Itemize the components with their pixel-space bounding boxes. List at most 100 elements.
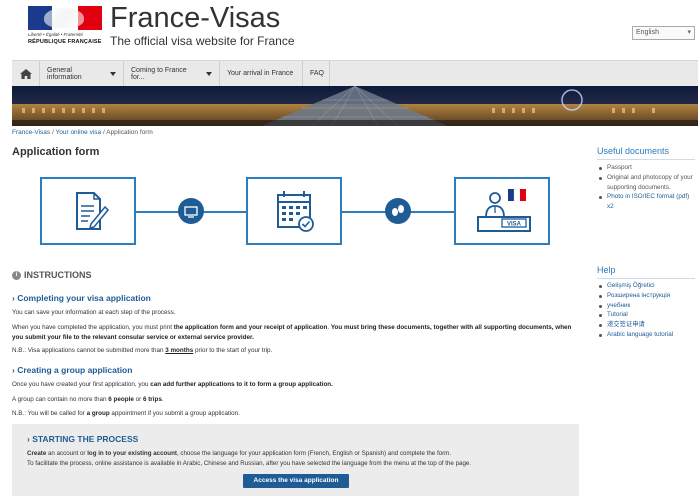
logo-republic: RÉPUBLIQUE FRANÇAISE — [28, 39, 102, 45]
step-appointment — [246, 177, 342, 245]
text: When you have completed the application,… — [12, 324, 174, 331]
text: Visa applications cannot be submitted mo… — [27, 347, 166, 354]
help-link[interactable]: Розширена інструкція — [607, 292, 670, 299]
help-link[interactable]: учебник — [607, 302, 630, 309]
calendar-check-icon — [277, 191, 314, 232]
footsteps-icon — [385, 198, 411, 224]
visa-label: VISA — [507, 222, 522, 228]
text-bold: Create — [27, 450, 47, 457]
nav-coming-to-france[interactable]: Coming to France for... — [124, 61, 220, 86]
document-edit-icon — [76, 192, 110, 230]
help-link[interactable]: Gelişmiş Öğretici — [607, 282, 655, 289]
document-link[interactable]: Photo in ISO/IEC format (pdf) x2 — [607, 193, 689, 210]
paragraph: To facilitate the process, online assist… — [27, 460, 472, 467]
divider — [597, 159, 695, 160]
useful-documents-title: Useful documents — [597, 146, 670, 156]
text-bold: can add further applications to it to fo… — [150, 381, 333, 388]
paragraph: When you have completed the application,… — [12, 323, 582, 342]
list-item: учебник — [597, 301, 697, 311]
list-item: Arabic language tutorial — [597, 330, 697, 340]
step-fill-form — [40, 177, 136, 245]
list-item: Розширена інструкція — [597, 291, 697, 301]
site-subtitle: The official visa website for France — [110, 34, 295, 48]
instructions-title: INSTRUCTIONS — [24, 270, 92, 280]
main-nav: General information Coming to France for… — [12, 60, 698, 87]
tricolor-flag-icon — [28, 6, 102, 30]
breadcrumb-link[interactable]: Your online visa — [56, 129, 102, 136]
step-submit-file: VISA — [454, 177, 550, 245]
chevron-down-icon: ▾ — [687, 29, 691, 36]
language-select[interactable]: English ▾ — [632, 26, 695, 40]
paragraph: N.B.: You will be called for a group app… — [12, 409, 582, 419]
text: . — [161, 396, 164, 403]
text: an account or — [46, 450, 88, 457]
text: Once you have created your first applica… — [12, 381, 151, 388]
help-link[interactable]: Tutorial — [607, 311, 628, 318]
starting-process-panel: › STARTING THE PROCESS Create an account… — [12, 424, 579, 496]
breadcrumb: France-Visas / Your online visa / Applic… — [12, 129, 153, 136]
list-item: Tutorial — [597, 310, 697, 320]
breadcrumb-separator: / — [102, 129, 105, 136]
text-bold: log in to your existing account — [87, 450, 177, 457]
text: A group can contain no more than — [12, 396, 109, 403]
computer-icon — [178, 198, 204, 224]
breadcrumb-link[interactable]: France-Visas — [12, 129, 50, 136]
text-bold: a group — [86, 410, 110, 417]
home-icon — [19, 68, 32, 79]
list-item: 递交签证申请 — [597, 320, 697, 330]
paragraph: N.B.: Visa applications cannot be submit… — [12, 346, 582, 356]
paragraph: You can save your information at each st… — [12, 309, 176, 316]
nav-label: FAQ — [310, 70, 325, 77]
paragraph: Once you have created your first applica… — [12, 380, 582, 390]
start-heading: › STARTING THE PROCESS — [27, 434, 139, 444]
visa-office-icon: VISA — [477, 188, 531, 232]
nav-arrival[interactable]: Your arrival in France — [220, 61, 303, 86]
text: prior to the start of your trip. — [193, 347, 273, 354]
section-title: Creating a group application — [17, 365, 133, 375]
page-title: Application form — [12, 146, 100, 158]
text-bold: 3 months — [165, 347, 194, 354]
text-bold: 6 people — [108, 396, 134, 403]
louvre-banner-image — [12, 86, 698, 126]
text-bold: the application form and your receipt of… — [173, 324, 328, 331]
list-item: Passport — [597, 163, 697, 173]
start-title: STARTING THE PROCESS — [32, 434, 139, 444]
text: You will be called for — [27, 410, 87, 417]
text: or — [133, 396, 143, 403]
help-title: Help — [597, 265, 616, 275]
paragraph: A group can contain no more than 6 peopl… — [12, 395, 582, 405]
list-item: Gelişmiş Öğretici — [597, 281, 697, 291]
language-value: English — [636, 29, 659, 36]
caret-down-icon — [206, 71, 212, 76]
republique-francaise-logo[interactable]: Liberté • Égalité • Fraternité RÉPUBLIQU… — [28, 6, 102, 48]
nav-label: General information — [47, 66, 82, 81]
access-visa-application-button[interactable]: Access the visa application — [243, 474, 349, 488]
info-icon: i — [12, 270, 21, 280]
nav-faq[interactable]: FAQ — [303, 61, 330, 86]
breadcrumb-current: Application form — [106, 129, 153, 136]
list-item: Photo in ISO/IEC format (pdf) x2 — [597, 192, 697, 212]
paragraph: Create an account or log in to your exis… — [27, 449, 567, 458]
nav-label: Your arrival in France — [227, 70, 294, 77]
logo-motto: Liberté • Égalité • Fraternité — [28, 32, 83, 37]
section-completing: › Completing your visa application — [12, 293, 151, 303]
section-group: › Creating a group application — [12, 365, 133, 375]
help-link[interactable]: Arabic language tutorial — [607, 331, 673, 338]
help-link[interactable]: 递交签证申请 — [607, 321, 645, 328]
nav-general-information[interactable]: General information — [40, 61, 124, 86]
useful-documents-list: Passport Original and photocopy of your … — [597, 163, 697, 212]
breadcrumb-separator: / — [51, 129, 54, 136]
text-bold: 6 trips — [142, 396, 162, 403]
section-title: Completing your visa application — [17, 293, 151, 303]
nav-home[interactable] — [12, 61, 40, 86]
text: N.B.: — [12, 410, 28, 417]
text: N.B.: — [12, 347, 28, 354]
instructions-heading: i INSTRUCTIONS — [12, 270, 92, 280]
help-list: Gelişmiş Öğretici Розширена інструкція у… — [597, 281, 697, 340]
nav-label: Coming to France for... — [131, 66, 187, 81]
site-title[interactable]: France-Visas — [110, 2, 280, 35]
text: appointment if you submit a group applic… — [109, 410, 240, 417]
text: , choose the language for your applicati… — [176, 450, 452, 457]
caret-down-icon — [110, 71, 116, 76]
list-item: Original and photocopy of your supportin… — [597, 173, 697, 193]
